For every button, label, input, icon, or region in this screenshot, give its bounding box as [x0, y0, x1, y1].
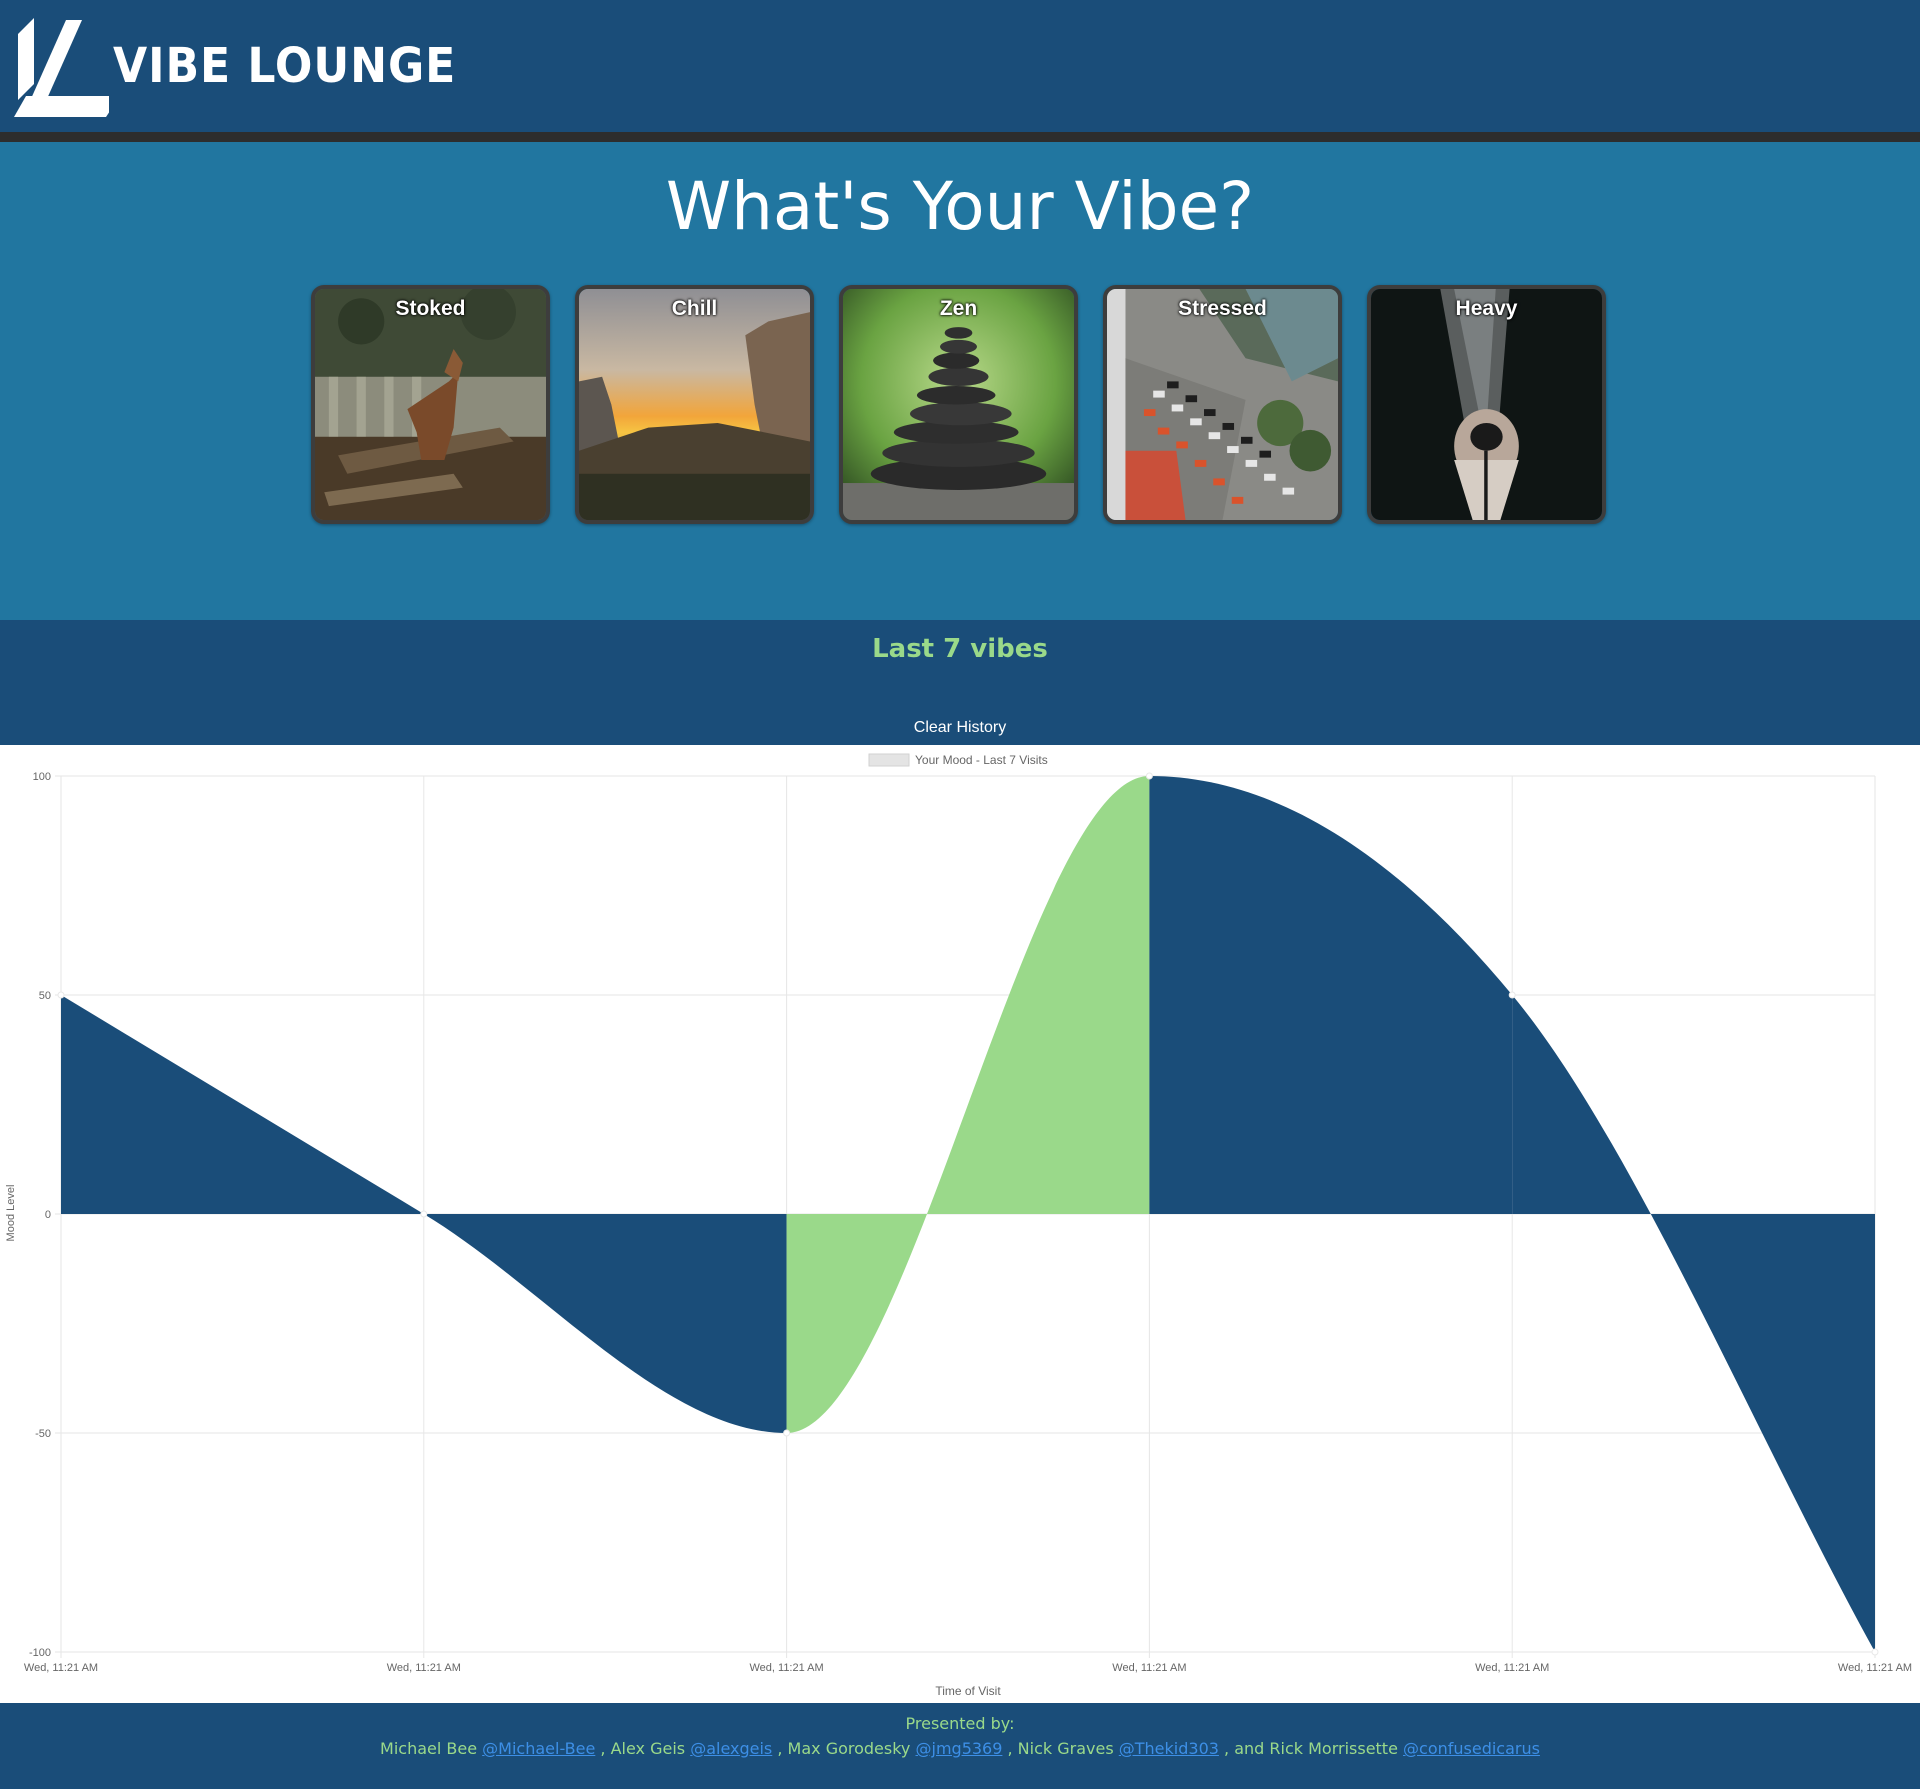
area-segment	[1149, 776, 1513, 1214]
data-point	[783, 1429, 791, 1437]
x-axis-title: Time of Visit	[935, 1684, 1001, 1698]
credit-name: Nick Graves	[1017, 1739, 1114, 1758]
stacked-stones-photo	[843, 289, 1074, 520]
credit-name: Alex Geis	[610, 1739, 686, 1758]
mood-chart: 100 50 0 -50 -100 Wed, 11:21 AM Wed, 11:21 AM W…	[0, 745, 1920, 1703]
credit-name: Max Gorodesky	[787, 1739, 911, 1758]
mood-card-label: Zen	[939, 297, 978, 320]
y-tick-label: 0	[45, 1209, 51, 1221]
brand-logo[interactable]: VIBE LOUNGE	[14, 14, 486, 117]
chart-grid	[55, 775, 1876, 1658]
mood-card-zen[interactable]: Zen	[839, 285, 1078, 524]
y-tick-label: 100	[33, 771, 51, 783]
vl-monogram-icon	[14, 18, 109, 117]
y-axis-title: Mood Level	[5, 1185, 17, 1242]
mood-card-label: Stressed	[1178, 297, 1267, 320]
y-tick-label: 50	[39, 990, 51, 1002]
credit-handle-link[interactable]: @Thekid303	[1119, 1739, 1219, 1758]
x-tick-label: Wed, 11:21 AM	[1838, 1662, 1912, 1674]
area-segment	[61, 995, 424, 1214]
y-tick-label: -50	[35, 1428, 51, 1440]
history-section: Last 7 vibes Clear History	[0, 620, 1920, 745]
legend-swatch	[868, 753, 910, 767]
area-segment	[423, 1214, 787, 1433]
vibe-picker: What's Your Vibe? Stoked Chill Zen Stres…	[0, 142, 1920, 620]
hooded-figure-photo	[1371, 289, 1602, 520]
mood-card-stoked[interactable]: Stoked	[311, 285, 550, 524]
area-segment	[1512, 995, 1875, 1652]
mood-chart-canvas: 100 50 0 -50 -100 Wed, 11:21 AM Wed, 11:21 AM W…	[5, 753, 1912, 1698]
credit-separator: , and	[1218, 1739, 1265, 1758]
credit-handle-link[interactable]: @Michael-Bee	[482, 1739, 595, 1758]
header-divider	[0, 132, 1920, 142]
credit-handle-link[interactable]: @confusedicarus	[1403, 1739, 1540, 1758]
data-point	[1508, 991, 1516, 999]
brand-name: VIBE LOUNGE	[113, 37, 457, 94]
history-title: Last 7 vibes	[872, 634, 1048, 664]
credit-separator: ,	[1002, 1739, 1013, 1758]
data-point	[57, 991, 65, 999]
howling-wolf-photo	[315, 289, 546, 520]
credit-separator: ,	[772, 1739, 783, 1758]
footer-credits: Michael Bee @Michael-Bee , Alex Geis @al…	[0, 1739, 1920, 1758]
credit-separator: ,	[595, 1739, 606, 1758]
credit-handle-link[interactable]: @alexgeis	[690, 1739, 772, 1758]
footer-heading: Presented by:	[905, 1714, 1015, 1733]
chart-legend[interactable]: Your Mood - Last 7 Visits	[868, 753, 1048, 767]
x-tick-label: Wed, 11:21 AM	[387, 1662, 461, 1674]
mood-card-list: Stoked Chill Zen Stressed Heavy	[311, 285, 1606, 524]
credit-name: Michael Bee	[380, 1739, 478, 1758]
x-tick-label: Wed, 11:21 AM	[1475, 1662, 1549, 1674]
credit-handle-link[interactable]: @jmg5369	[916, 1739, 1003, 1758]
clear-history-button[interactable]: Clear History	[860, 716, 1060, 740]
legend-label: Your Mood - Last 7 Visits	[915, 753, 1048, 767]
chart-area-fill	[61, 776, 1875, 1652]
data-point	[1871, 1648, 1879, 1656]
area-segment	[786, 776, 1150, 1433]
credit-name: Rick Morrissette	[1269, 1739, 1398, 1758]
site-header: VIBE LOUNGE	[0, 0, 1920, 132]
y-tick-label: -100	[29, 1647, 51, 1659]
page-title: What's Your Vibe?	[665, 168, 1255, 245]
mood-card-label: Chill	[671, 297, 718, 320]
x-tick-label: Wed, 11:21 AM	[749, 1662, 823, 1674]
x-tick-label: Wed, 11:21 AM	[1112, 1662, 1186, 1674]
city-traffic-photo	[1107, 289, 1338, 520]
x-tick-label: Wed, 11:21 AM	[24, 1662, 98, 1674]
mood-card-stressed[interactable]: Stressed	[1103, 285, 1342, 524]
mood-card-chill[interactable]: Chill	[575, 285, 814, 524]
mood-card-label: Heavy	[1455, 297, 1518, 320]
chart-axes: 100 50 0 -50 -100 Wed, 11:21 AM Wed, 11:21 AM W…	[24, 771, 1912, 1674]
site-footer: Presented by: Michael Bee @Michael-Bee ,…	[0, 1703, 1920, 1789]
mood-card-heavy[interactable]: Heavy	[1367, 285, 1606, 524]
sunset-valley-photo	[579, 289, 810, 520]
data-point	[420, 1210, 428, 1218]
data-point	[1145, 772, 1153, 780]
mood-card-label: Stoked	[395, 297, 466, 320]
